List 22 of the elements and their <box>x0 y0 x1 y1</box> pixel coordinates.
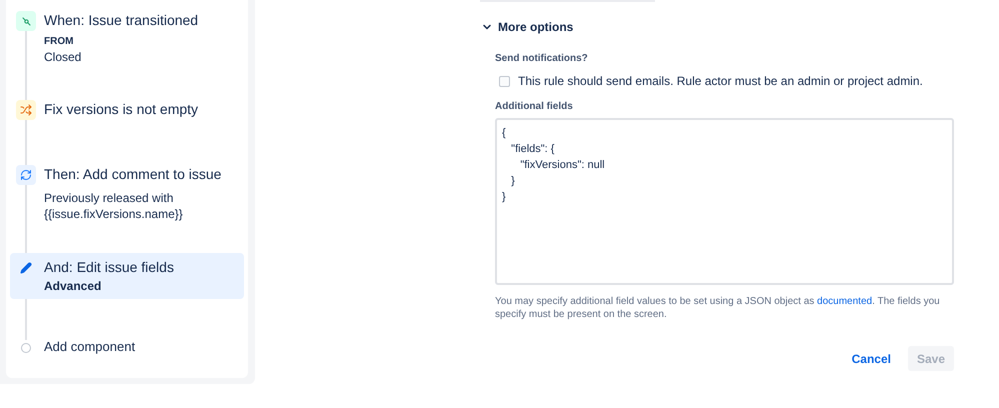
step-title: When: Issue transitioned <box>44 11 200 30</box>
field-label: Additional fields <box>495 100 574 114</box>
step-label: Advanced <box>44 278 102 295</box>
step-title: Then: Add comment to issue <box>44 165 222 184</box>
documented-link[interactable]: documented <box>817 296 872 307</box>
cancel-button[interactable]: Cancel <box>842 346 900 371</box>
more-options-toggle[interactable]: More options <box>481 18 574 36</box>
step-label: FROM <box>44 35 74 49</box>
field-label: Send notifications? <box>495 52 589 66</box>
rule-step[interactable]: When: Issue transitioned FROM Closed <box>10 6 244 69</box>
rule-step[interactable]: Then: Add comment to issue Previously released with {{issue.fixVersions.name}} <box>10 160 244 226</box>
step-detail: Previously released with {{issue.fixVersions.name}} <box>44 190 184 222</box>
step-title: And: Edit issue fields <box>44 258 174 277</box>
checkbox-label: This rule should send emails. Rule actor must be an admin or project admin. <box>518 73 923 90</box>
rule-step[interactable]: Fix versions is not empty <box>10 95 244 124</box>
step-title: Fix versions is not empty <box>44 100 198 119</box>
rule-step[interactable]: And: Edit issue fields Advanced <box>10 253 244 299</box>
rule-step[interactable]: Add component <box>10 333 244 362</box>
help-text: You may specify additional field values to be set using a JSON object as documented. The fields you specify must be present on the screen. <box>495 295 941 321</box>
step-title: Add component <box>44 338 136 356</box>
json-input-field[interactable]: { "fields": { "fixVersions": null } } <box>495 118 954 285</box>
step-detail: Closed <box>44 49 82 65</box>
